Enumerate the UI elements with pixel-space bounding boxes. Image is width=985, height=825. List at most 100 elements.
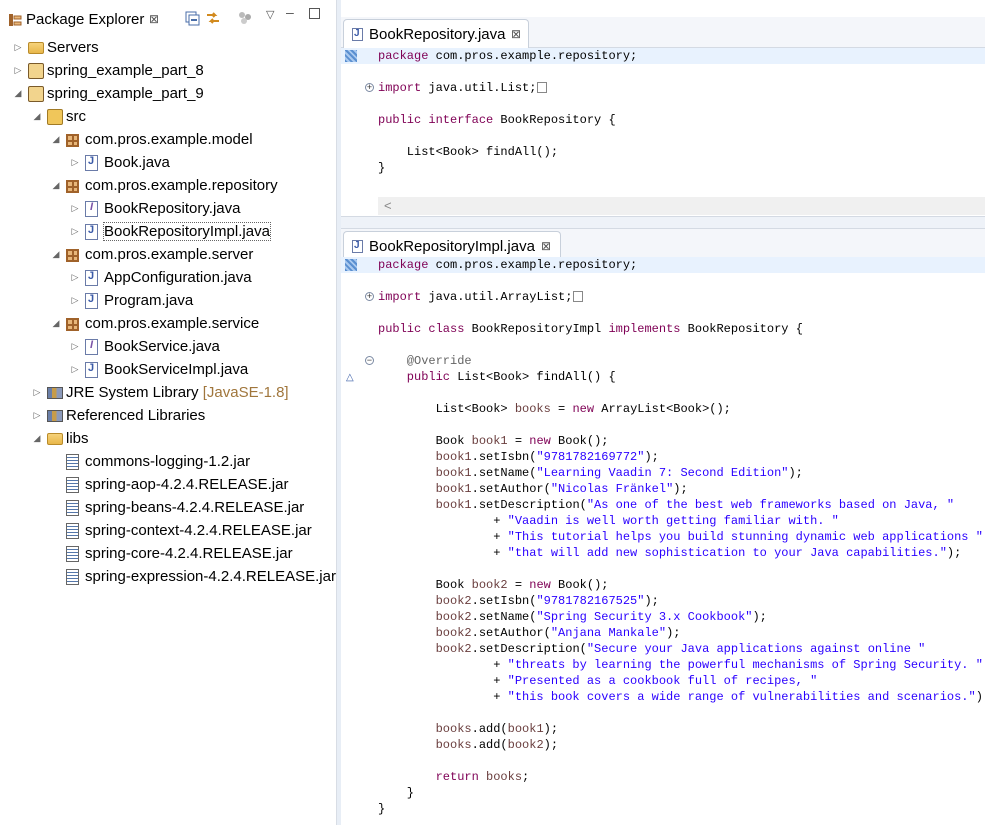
package-explorer-tab[interactable]: Package Explorer ⊠ — [4, 7, 164, 33]
code-token: book1 — [471, 434, 508, 448]
code-token: "this book covers a wide range of vulner… — [507, 690, 976, 704]
scroll-left-icon[interactable]: < — [384, 198, 392, 213]
tree-item-label: BookServiceImpl.java — [104, 361, 249, 378]
jar-icon — [66, 523, 79, 539]
tree-item[interactable]: ◢ src — [0, 106, 336, 129]
project-icon — [28, 63, 44, 79]
tree-item[interactable]: ▷ BookService.java — [0, 336, 336, 359]
close-tab-icon[interactable]: ⊠ — [511, 27, 521, 41]
filters-icon[interactable] — [236, 9, 254, 27]
code-token: .setAuthor( — [471, 626, 551, 640]
collapsed-arrow-icon[interactable]: ▷ — [69, 363, 81, 375]
code-token: package — [378, 258, 429, 272]
package-explorer-title: Package Explorer — [26, 11, 145, 28]
tree-item-label: com.pros.example.server — [85, 246, 254, 263]
expanded-arrow-icon[interactable]: ◢ — [50, 133, 62, 145]
tree-item[interactable]: ▷ spring_example_part_8 — [0, 60, 336, 83]
expanded-arrow-icon[interactable]: ◢ — [50, 179, 62, 191]
tree-item[interactable]: ◢ spring_example_part_9 — [0, 83, 336, 106]
tree-item[interactable]: ▷ Book.java — [0, 152, 336, 175]
code-token: book2 — [507, 738, 544, 752]
collapsed-arrow-icon[interactable]: ▷ — [69, 202, 81, 214]
code-token: import — [378, 81, 422, 95]
expanded-arrow-icon[interactable]: ◢ — [50, 248, 62, 260]
tree-item[interactable]: spring-core-4.2.4.RELEASE.jar — [0, 543, 336, 566]
code-line: List<Book> books = new ArrayList<Book>()… — [378, 401, 731, 417]
link-with-editor-icon[interactable] — [204, 9, 222, 27]
collapse-fold-icon[interactable]: − — [365, 356, 374, 366]
code-line: book2.setName("Spring Security 3.x Cookb… — [378, 609, 767, 625]
minimize-icon[interactable]: – — [286, 4, 294, 20]
tree-item[interactable]: ◢ com.pros.example.server — [0, 244, 336, 267]
maximize-icon[interactable] — [309, 8, 320, 19]
expanded-arrow-icon[interactable]: ◢ — [31, 432, 43, 444]
tab-book-repository[interactable]: BookRepository.java ⊠ — [343, 19, 529, 48]
code-token: implements — [608, 322, 681, 336]
override-indicator-icon[interactable]: △ — [346, 372, 354, 384]
code-token: books — [514, 402, 551, 416]
code-token: ; — [522, 770, 530, 784]
editor-sash[interactable] — [341, 216, 985, 229]
tree-item[interactable]: spring-expression-4.2.4.RELEASE.jar — [0, 566, 336, 589]
code-token: List<Book> findAll() { — [450, 370, 616, 384]
collapsed-arrow-icon[interactable]: ▷ — [69, 340, 81, 352]
code-line: import java.util.List; — [378, 80, 548, 96]
collapse-all-icon[interactable] — [183, 9, 201, 27]
tree-item[interactable]: ▷ BookServiceImpl.java — [0, 359, 336, 382]
collapsed-arrow-icon[interactable]: ▷ — [69, 294, 81, 306]
code-token: "9781782167525" — [536, 594, 645, 608]
tree-item[interactable]: ▷ AppConfiguration.java — [0, 267, 336, 290]
tree-item-label: spring-context-4.2.4.RELEASE.jar — [85, 522, 312, 539]
expanded-arrow-icon[interactable]: ◢ — [50, 317, 62, 329]
code-token: ); — [543, 722, 559, 736]
collapsed-arrow-icon[interactable]: ▷ — [12, 64, 24, 76]
code-token: new — [529, 578, 551, 592]
tree-item[interactable]: spring-aop-4.2.4.RELEASE.jar — [0, 474, 336, 497]
folded-code-icon[interactable] — [573, 291, 584, 303]
source-folder-icon — [47, 109, 63, 125]
package-icon — [66, 134, 79, 147]
tree-item-label: BookService.java — [104, 338, 220, 355]
collapsed-arrow-icon[interactable]: ▷ — [31, 409, 43, 421]
tree-item[interactable]: ▷ Program.java — [0, 290, 336, 313]
expanded-arrow-icon[interactable]: ◢ — [12, 87, 24, 99]
code-token: new — [529, 434, 551, 448]
collapsed-arrow-icon[interactable]: ▷ — [69, 156, 81, 168]
editor-tabbar: BookRepository.java ⊠ — [341, 17, 985, 48]
collapsed-arrow-icon[interactable]: ▷ — [31, 386, 43, 398]
code-token: public class — [378, 322, 465, 336]
collapsed-arrow-icon[interactable]: ▷ — [69, 225, 81, 237]
tree-item[interactable]: spring-context-4.2.4.RELEASE.jar — [0, 520, 336, 543]
code-token: return — [378, 770, 479, 784]
package-explorer-tabbar: Package Explorer ⊠ ▽ – — [0, 0, 336, 38]
expanded-arrow-icon[interactable]: ◢ — [31, 110, 43, 122]
code-token: book2 — [378, 642, 472, 656]
code-line: + "Presented as a cookbook full of recip… — [378, 673, 817, 689]
tree-item[interactable]: spring-beans-4.2.4.RELEASE.jar — [0, 497, 336, 520]
tab-book-repository-impl[interactable]: BookRepositoryImpl.java ⊠ — [343, 231, 561, 260]
close-tab-icon[interactable]: ⊠ — [541, 239, 551, 253]
folded-code-icon[interactable] — [537, 82, 548, 94]
expand-fold-icon[interactable]: + — [365, 292, 374, 302]
tree-item-label: spring_example_part_8 — [47, 62, 204, 79]
code-line: + "that will add new sophistication to y… — [378, 545, 961, 561]
close-icon[interactable]: ⊠ — [149, 12, 159, 26]
code-line: List<Book> findAll(); — [378, 144, 558, 160]
horizontal-scrollbar[interactable]: < — [378, 197, 985, 215]
tree-item[interactable]: ▷ JRE System Library [JavaSE-1.8] — [0, 382, 336, 405]
tree-item[interactable]: ▷ BookRepositoryImpl.java — [0, 221, 336, 244]
tree-item[interactable]: ◢ com.pros.example.model — [0, 129, 336, 152]
tree-item[interactable]: ◢ libs — [0, 428, 336, 451]
tree-item[interactable]: ▷ Servers — [0, 37, 336, 60]
collapsed-arrow-icon[interactable]: ▷ — [69, 271, 81, 283]
jar-icon — [66, 569, 79, 585]
tree-item[interactable]: ▷ BookRepository.java — [0, 198, 336, 221]
tree-item-label: Program.java — [104, 292, 194, 309]
view-menu-icon[interactable]: ▽ — [266, 8, 274, 21]
expand-fold-icon[interactable]: + — [365, 83, 374, 93]
tree-item[interactable]: ◢ com.pros.example.repository — [0, 175, 336, 198]
tree-item[interactable]: commons-logging-1.2.jar — [0, 451, 336, 474]
collapsed-arrow-icon[interactable]: ▷ — [12, 41, 24, 53]
tree-item[interactable]: ◢ com.pros.example.service — [0, 313, 336, 336]
tree-item[interactable]: ▷ Referenced Libraries — [0, 405, 336, 428]
